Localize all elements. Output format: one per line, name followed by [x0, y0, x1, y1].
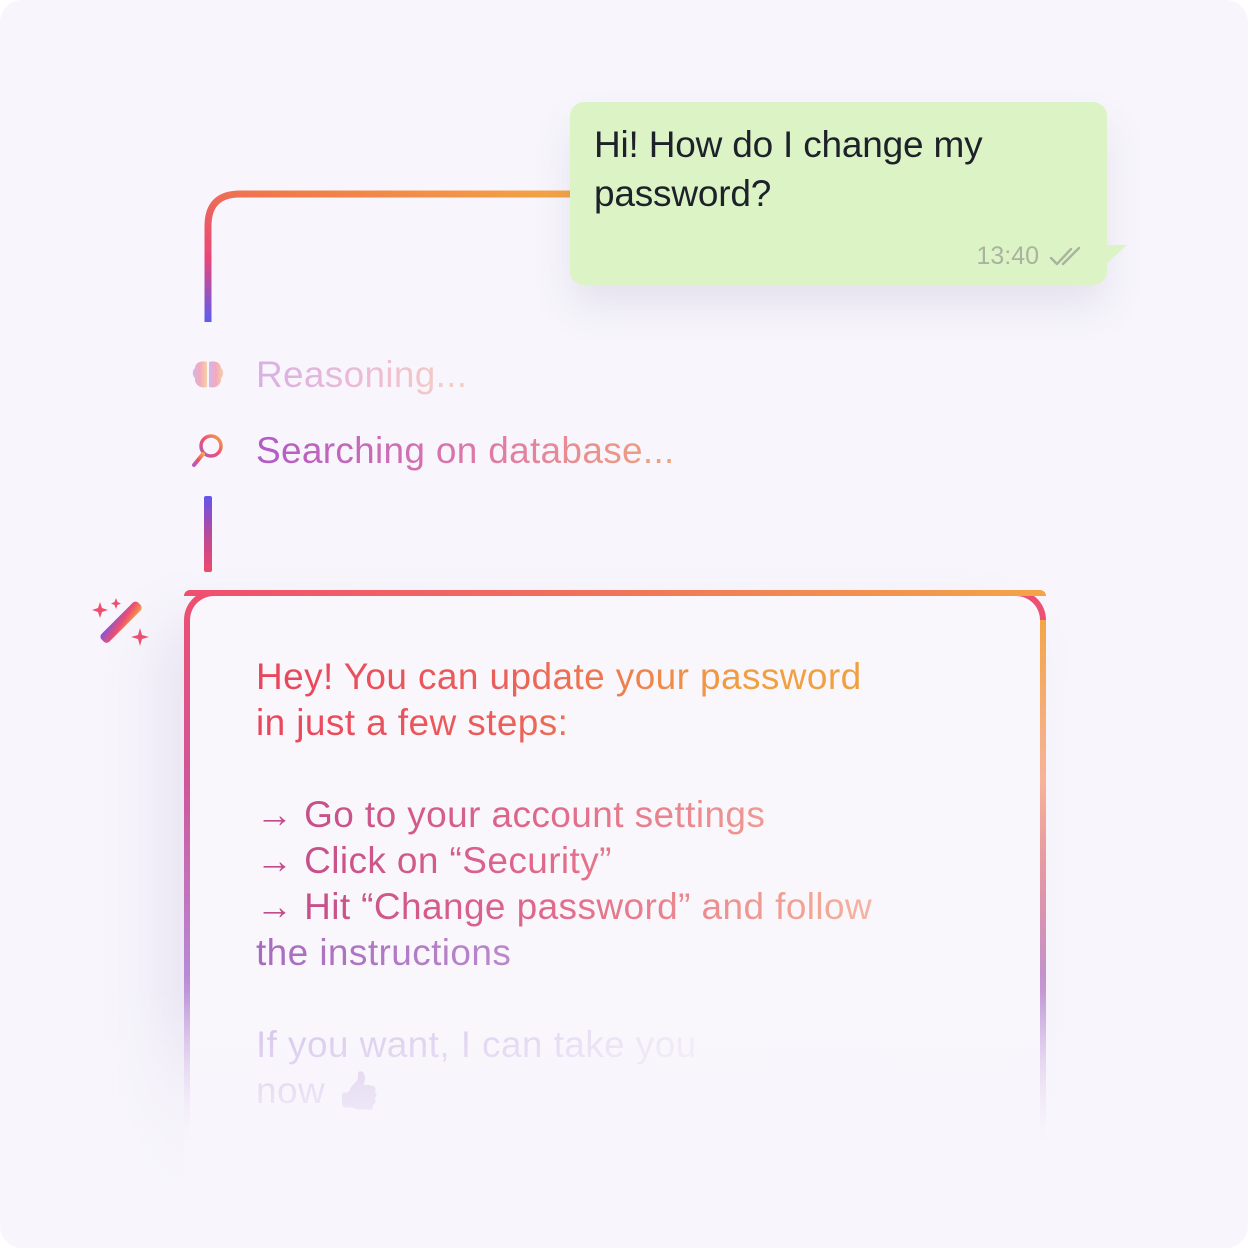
- flow-connector-top: [204, 190, 570, 322]
- status-reasoning: Reasoning...: [190, 354, 467, 396]
- ai-step-3: → Hit “Change password” and follow: [256, 884, 956, 930]
- status-searching: Searching on database...: [190, 430, 675, 472]
- ai-step-1: → Go to your account settings: [256, 792, 956, 838]
- message-time: 13:40: [976, 242, 1039, 270]
- ai-intro-line2: in just a few steps:: [256, 700, 956, 746]
- magic-wand-icon: [88, 598, 152, 656]
- user-message-line2: password?: [594, 173, 772, 214]
- ai-intro-line1: Hey! You can update your password: [256, 654, 956, 700]
- user-message-bubble: Hi! How do I change my password? 13:40: [570, 102, 1127, 285]
- ai-step-2: → Click on “Security”: [256, 838, 956, 884]
- ai-card-right-border: [1040, 620, 1046, 1020]
- user-message-text: Hi! How do I change my password?: [594, 120, 1083, 218]
- status-reasoning-label: Reasoning...: [256, 354, 468, 395]
- double-check-icon: [1049, 246, 1085, 268]
- ai-step-3-cont: the instructions: [256, 930, 956, 976]
- ai-closing-line1: If you want, I can take you: [256, 1022, 956, 1068]
- ai-card-top-border: [184, 590, 1046, 596]
- brain-icon: [190, 355, 226, 395]
- user-message-line1: Hi! How do I change my: [594, 124, 983, 165]
- chat-canvas: Hi! How do I change my password? 13:40 R…: [0, 0, 1248, 1248]
- bubble-tail: [1105, 245, 1127, 265]
- message-meta: 13:40: [976, 242, 1085, 271]
- ai-closing-line2: now 👍: [256, 1068, 956, 1114]
- flow-connector-mid: [204, 496, 212, 572]
- status-searching-label: Searching on database...: [256, 430, 675, 471]
- search-icon: [190, 431, 226, 471]
- ai-response-text: Hey! You can update your password in jus…: [256, 654, 956, 1114]
